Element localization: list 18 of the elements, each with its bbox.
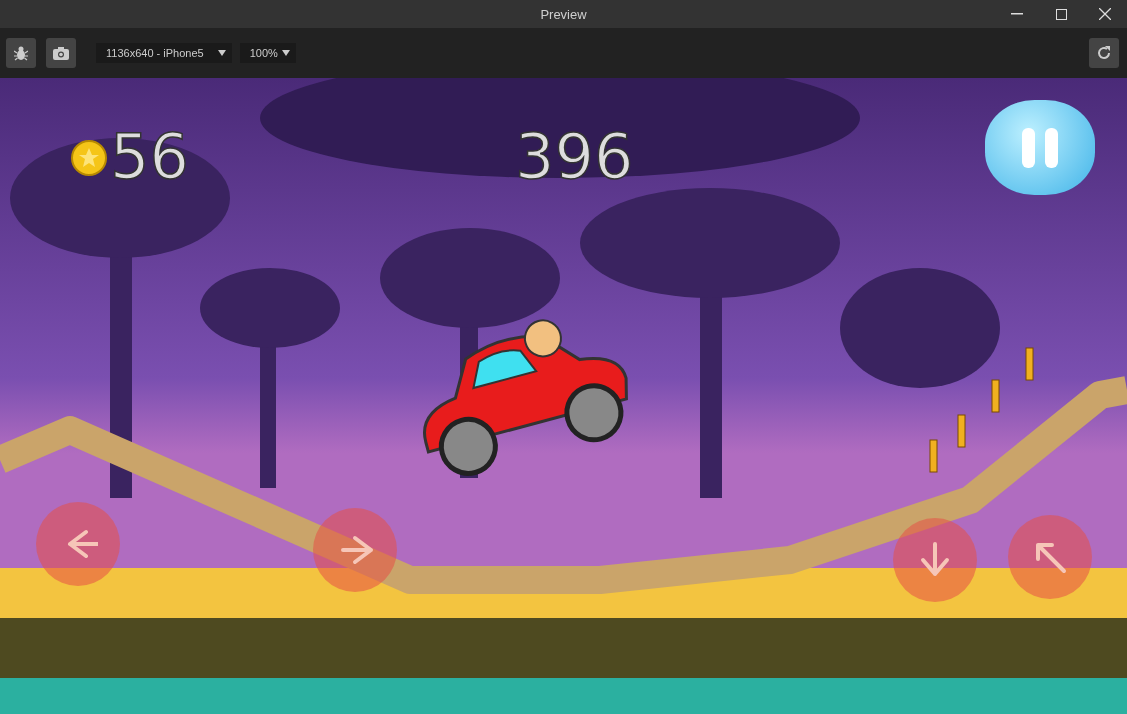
window-title: Preview	[540, 6, 587, 22]
screenshot-button[interactable]	[46, 38, 76, 68]
pause-icon	[1022, 127, 1058, 168]
caret-icon	[281, 50, 290, 56]
camera-icon	[53, 46, 69, 60]
coin-icon	[71, 140, 107, 176]
reload-button[interactable]	[1089, 38, 1119, 68]
close-icon[interactable]	[1099, 8, 1111, 20]
caret-icon	[217, 50, 226, 56]
minimize-icon[interactable]	[1011, 13, 1023, 15]
device-dropdown[interactable]: 1136x640 - iPhone5	[96, 43, 232, 63]
bug-icon	[14, 45, 28, 61]
reload-icon	[1096, 45, 1112, 61]
maximize-icon[interactable]	[1055, 8, 1067, 20]
score: 396	[515, 126, 634, 188]
coin-count: 56	[110, 126, 189, 188]
debug-button[interactable]	[6, 38, 36, 68]
zoom-dropdown[interactable]: 100%	[239, 43, 296, 63]
